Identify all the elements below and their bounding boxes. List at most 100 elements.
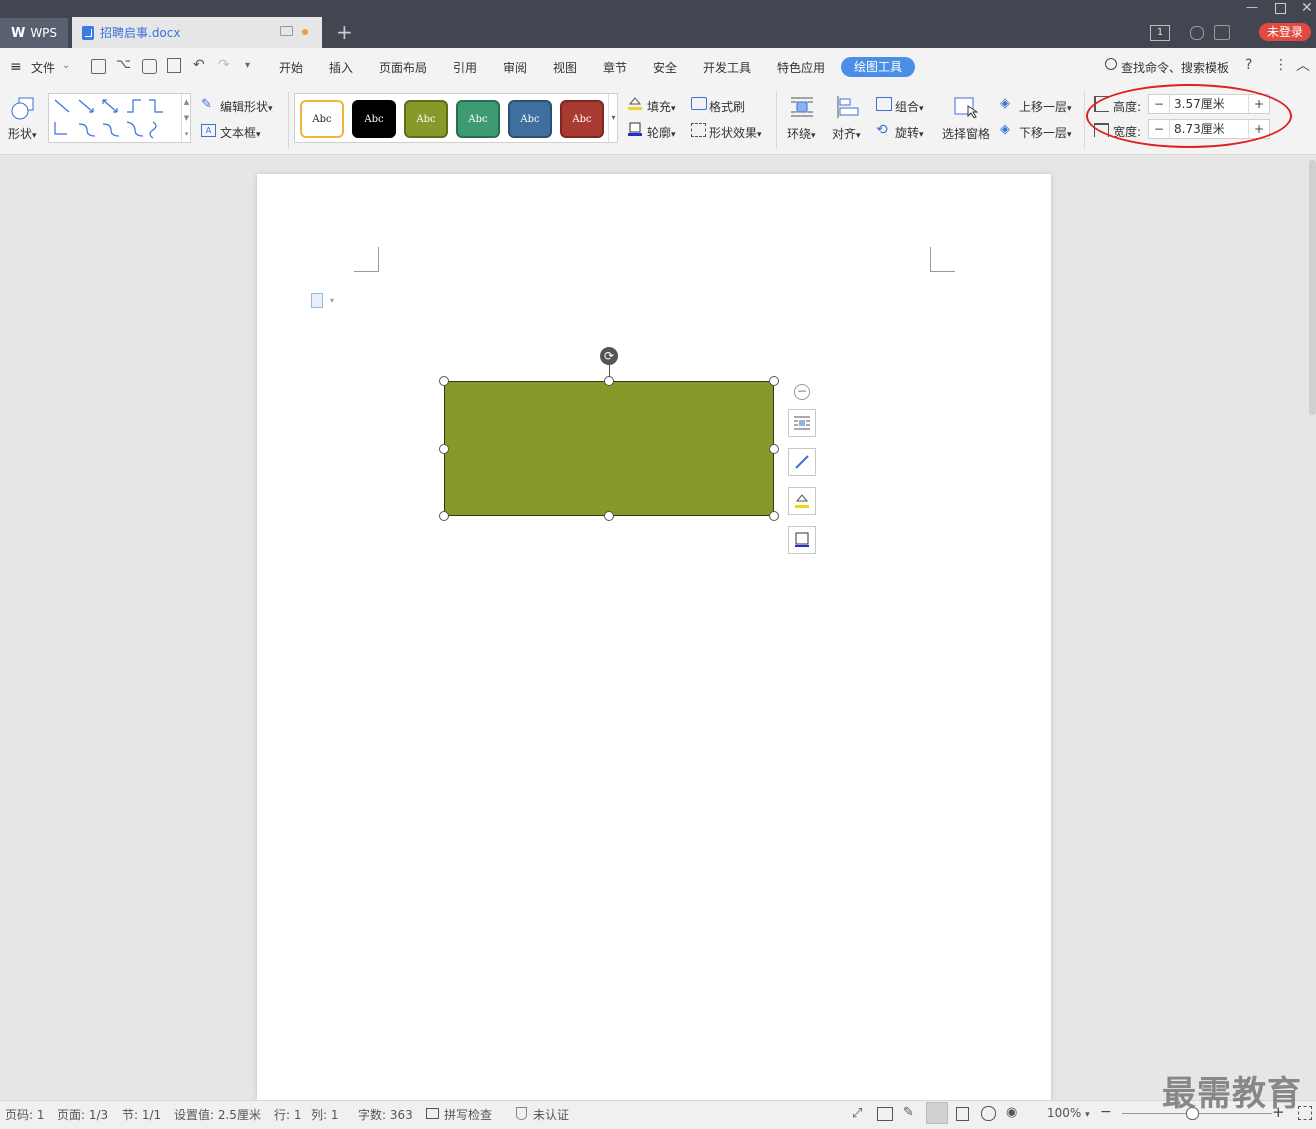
send-backward-icon[interactable]: ◈ — [1000, 122, 1010, 137]
more-options-icon[interactable]: ⋮ — [1274, 57, 1288, 73]
style-swatch-black[interactable]: Abc — [352, 100, 396, 138]
tab-document[interactable]: 招聘启事.docx — [72, 17, 322, 48]
spell-check-button[interactable]: 拼写检查 — [444, 1106, 492, 1123]
resize-handle-top-right[interactable] — [769, 376, 779, 386]
print-icon[interactable] — [142, 59, 157, 74]
minimize-icon[interactable]: — — [1246, 0, 1258, 14]
wrap-button[interactable]: 环绕▾ — [787, 125, 816, 142]
chevron-down-icon[interactable]: ⌄ — [62, 60, 70, 71]
outline-button[interactable]: 轮廓▾ — [647, 124, 676, 141]
save-icon[interactable] — [91, 59, 106, 74]
style-swatch-green[interactable]: Abc — [456, 100, 500, 138]
status-pages[interactable]: 页面: 1/3 — [57, 1106, 108, 1123]
rotate-button[interactable]: 旋转▾ — [895, 124, 924, 141]
edit-shape-icon[interactable]: ✎ — [201, 97, 212, 112]
zoom-level[interactable]: 100% ▾ — [1047, 1106, 1090, 1120]
theme-shirt-icon[interactable] — [1214, 25, 1230, 40]
menu-review[interactable]: 审阅 — [503, 59, 527, 76]
resize-handle-bottom-left[interactable] — [439, 511, 449, 521]
quick-access-more-icon[interactable]: ▾ — [245, 60, 250, 71]
selection-pane-button[interactable]: 选择窗格 — [942, 125, 990, 142]
selected-rectangle-shape[interactable] — [444, 381, 774, 516]
menu-references[interactable]: 引用 — [453, 59, 477, 76]
collapse-ribbon-icon[interactable]: ︿ — [1296, 55, 1310, 75]
wrap-icon[interactable] — [790, 96, 814, 118]
menu-view[interactable]: 视图 — [553, 59, 577, 76]
menu-special-apps[interactable]: 特色应用 — [777, 59, 825, 76]
redo-icon[interactable]: ↷ — [218, 57, 230, 73]
edit-shape-button[interactable]: 编辑形状▾ — [220, 98, 273, 115]
fullscreen-icon[interactable]: ⤢ — [852, 1106, 862, 1121]
page-view-icon[interactable] — [926, 1102, 948, 1124]
text-box-button[interactable]: 文本框▾ — [220, 124, 261, 141]
reading-mode-icon[interactable] — [877, 1107, 893, 1121]
rotate-handle-icon[interactable]: ⟳ — [600, 347, 618, 365]
resize-handle-top[interactable] — [604, 376, 614, 386]
search-icon[interactable] — [1105, 58, 1117, 70]
file-menu[interactable]: 文件 — [31, 59, 55, 76]
help-icon[interactable]: ? — [1245, 57, 1252, 73]
print-preview-icon[interactable] — [167, 58, 181, 73]
text-box-icon[interactable]: A — [201, 124, 216, 137]
undo-icon[interactable]: ↶ — [193, 57, 205, 73]
menu-chapter[interactable]: 章节 — [603, 59, 627, 76]
float-layout-options-button[interactable] — [788, 409, 816, 437]
screen-icon[interactable] — [280, 26, 293, 36]
group-icon[interactable] — [876, 97, 892, 111]
spell-check-icon[interactable] — [426, 1108, 439, 1119]
login-button[interactable]: 未登录 — [1259, 23, 1311, 41]
align-button[interactable]: 对齐▾ — [832, 125, 861, 142]
window-count-badge[interactable]: 1 — [1150, 25, 1170, 41]
maximize-icon[interactable] — [1275, 3, 1286, 14]
resize-handle-bottom[interactable] — [604, 511, 614, 521]
new-tab-button[interactable]: + — [336, 20, 353, 44]
float-fill-button[interactable] — [788, 487, 816, 515]
write-mode-icon[interactable]: ✎ — [903, 1105, 914, 1120]
vertical-scrollbar[interactable] — [1309, 160, 1316, 415]
hamburger-icon[interactable]: ≡ — [10, 59, 22, 75]
fill-button[interactable]: 填充▾ — [647, 98, 676, 115]
web-view-icon[interactable] — [981, 1106, 996, 1121]
align-icon[interactable] — [836, 96, 860, 118]
resize-handle-right[interactable] — [769, 444, 779, 454]
menu-drawing-tools[interactable]: 绘图工具 — [841, 57, 915, 77]
bring-forward-icon[interactable]: ◈ — [1000, 96, 1010, 111]
menu-security[interactable]: 安全 — [653, 59, 677, 76]
status-column[interactable]: 列: 1 — [311, 1106, 339, 1123]
shape-effect-icon[interactable] — [691, 123, 706, 137]
status-section[interactable]: 节: 1/1 — [122, 1106, 161, 1123]
paragraph-dropdown-icon[interactable]: ▾ — [330, 296, 334, 305]
shape-styles-gallery[interactable]: Abc Abc Abc Abc Abc Abc ▾ — [294, 93, 618, 145]
search-commands[interactable]: 查找命令、搜索模板 — [1121, 59, 1229, 76]
status-setting-value[interactable]: 设置值: 2.5厘米 — [174, 1106, 261, 1123]
menu-page-layout[interactable]: 页面布局 — [379, 59, 427, 76]
format-painter-icon[interactable] — [691, 97, 707, 110]
status-word-count[interactable]: 字数: 363 — [358, 1106, 413, 1123]
outline-icon[interactable] — [628, 122, 642, 136]
shape-label[interactable]: 形状▾ — [8, 125, 37, 142]
outline-view-icon[interactable] — [956, 1107, 969, 1121]
fill-icon[interactable] — [628, 96, 642, 110]
status-page-code[interactable]: 页码: 1 — [5, 1106, 45, 1123]
resize-handle-left[interactable] — [439, 444, 449, 454]
tab-wps-home[interactable]: W WPS — [0, 18, 68, 48]
shape-effect-button[interactable]: 形状效果▾ — [709, 124, 762, 141]
style-swatch-white[interactable]: Abc — [300, 100, 344, 138]
collapse-float-toolbar-icon[interactable]: − — [794, 384, 810, 400]
format-painter-button[interactable]: 格式刷 — [709, 98, 745, 115]
zoom-out-button[interactable]: − — [1100, 1104, 1112, 1120]
document-page[interactable] — [257, 174, 1051, 1100]
style-swatch-olive-selected[interactable]: Abc — [402, 97, 454, 145]
paragraph-layout-icon[interactable] — [311, 293, 323, 308]
menu-insert[interactable]: 插入 — [329, 59, 353, 76]
float-outline-button[interactable] — [788, 448, 816, 476]
resize-handle-top-left[interactable] — [439, 376, 449, 386]
gallery-scroll-icon[interactable]: ▲ ▼ ▾ — [181, 94, 191, 142]
shape-icon[interactable] — [11, 97, 37, 121]
skin-icon[interactable] — [1190, 26, 1204, 40]
style-swatch-red[interactable]: Abc — [560, 100, 604, 138]
eye-protection-icon[interactable]: ◉ — [1006, 1105, 1017, 1120]
menu-developer[interactable]: 开发工具 — [703, 59, 751, 76]
status-row[interactable]: 行: 1 — [274, 1106, 302, 1123]
send-backward-button[interactable]: 下移一层▾ — [1019, 124, 1072, 141]
